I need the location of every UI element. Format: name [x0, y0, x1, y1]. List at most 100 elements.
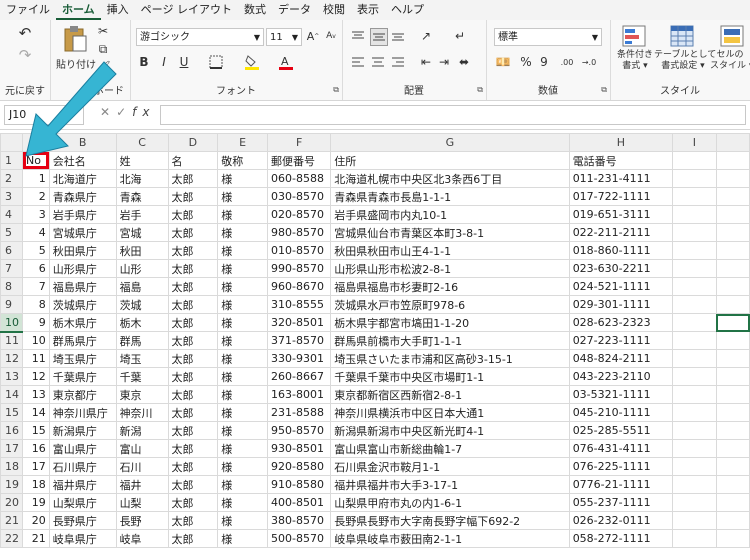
- cell-C18[interactable]: 石川: [115, 457, 169, 476]
- cell-F8[interactable]: 960-8670: [267, 277, 332, 296]
- cell-H15[interactable]: 045-210-1111: [568, 403, 674, 422]
- cell-D20[interactable]: 太郎: [167, 493, 219, 512]
- cell-G6[interactable]: 秋田県秋田市山王4-1-1: [330, 241, 570, 260]
- row-header[interactable]: 20: [0, 493, 23, 512]
- cell-A9[interactable]: 8: [22, 295, 50, 314]
- cell-E20[interactable]: 様: [217, 493, 269, 512]
- cell-D17[interactable]: 太郎: [167, 439, 219, 458]
- paste-label[interactable]: 貼り付け: [56, 56, 96, 71]
- cell-A21[interactable]: 20: [22, 511, 50, 530]
- cell-C10[interactable]: 栃木: [115, 313, 169, 332]
- cell-D13[interactable]: 太郎: [167, 367, 219, 386]
- cell-I1[interactable]: [672, 151, 717, 170]
- cell-A14[interactable]: 13: [22, 385, 50, 404]
- cell-F4[interactable]: 020-8570: [267, 205, 332, 224]
- cell-H3[interactable]: 017-722-1111: [568, 187, 674, 206]
- increase-font-icon[interactable]: A ^: [306, 28, 320, 44]
- cell-H16[interactable]: 025-285-5511: [568, 421, 674, 440]
- cell-J18[interactable]: [715, 457, 750, 476]
- cell-E18[interactable]: 様: [217, 457, 269, 476]
- cell-C13[interactable]: 千葉: [115, 367, 169, 386]
- cell-D11[interactable]: 太郎: [167, 331, 219, 350]
- cell-G22[interactable]: 岐阜県岐阜市薮田南2-1-1: [330, 529, 570, 548]
- tab-view[interactable]: 表示: [351, 0, 385, 20]
- undo-icon[interactable]: ↶: [14, 24, 36, 42]
- cell-I13[interactable]: [672, 367, 717, 386]
- cell-C7[interactable]: 山形: [115, 259, 169, 278]
- row-header[interactable]: 17: [0, 439, 23, 458]
- row-header[interactable]: 14: [0, 385, 23, 404]
- cell-J21[interactable]: [715, 511, 750, 530]
- cell-C22[interactable]: 岐阜: [115, 529, 169, 548]
- cell-H2[interactable]: 011-231-4111: [568, 169, 674, 188]
- cell-J5[interactable]: [715, 223, 750, 242]
- cell-F16[interactable]: 950-8570: [267, 421, 332, 440]
- cell-E17[interactable]: 様: [217, 439, 269, 458]
- border-icon[interactable]: [206, 54, 226, 70]
- cell-C1[interactable]: 姓: [115, 151, 169, 170]
- cell-D3[interactable]: 太郎: [167, 187, 219, 206]
- cell-E12[interactable]: 様: [217, 349, 269, 368]
- cell-F7[interactable]: 990-8570: [267, 259, 332, 278]
- column-header-C[interactable]: C: [115, 133, 169, 152]
- cell-A18[interactable]: 17: [22, 457, 50, 476]
- cell-B11[interactable]: 群馬県庁: [48, 331, 117, 350]
- cell-G13[interactable]: 千葉県千葉市中央区市場町1-1: [330, 367, 570, 386]
- cell-I11[interactable]: [672, 331, 717, 350]
- cell-H22[interactable]: 058-272-1111: [568, 529, 674, 548]
- cell-H19[interactable]: 0776-21-1111: [568, 475, 674, 494]
- copy-icon[interactable]: ⧉: [96, 42, 110, 56]
- cell-I17[interactable]: [672, 439, 717, 458]
- row-header[interactable]: 8: [0, 277, 23, 296]
- cell-F22[interactable]: 500-8570: [267, 529, 332, 548]
- cell-I18[interactable]: [672, 457, 717, 476]
- cell-B18[interactable]: 石川県庁: [48, 457, 117, 476]
- cell-B12[interactable]: 埼玉県庁: [48, 349, 117, 368]
- cell-G1[interactable]: 住所: [330, 151, 570, 170]
- format-as-table-icon[interactable]: [668, 24, 696, 48]
- cell-D15[interactable]: 太郎: [167, 403, 219, 422]
- cell-F17[interactable]: 930-8501: [267, 439, 332, 458]
- decrease-font-icon[interactable]: Av: [324, 28, 338, 44]
- cell-I19[interactable]: [672, 475, 717, 494]
- cell-E3[interactable]: 様: [217, 187, 269, 206]
- cell-D19[interactable]: 太郎: [167, 475, 219, 494]
- redo-icon[interactable]: ↷: [14, 46, 36, 64]
- cell-C5[interactable]: 宮城: [115, 223, 169, 242]
- cell-E15[interactable]: 様: [217, 403, 269, 422]
- cell-F11[interactable]: 371-8570: [267, 331, 332, 350]
- cell-A10[interactable]: 9: [22, 313, 50, 332]
- cell-D21[interactable]: 太郎: [167, 511, 219, 530]
- orientation-icon[interactable]: ↗: [418, 28, 434, 44]
- cell-F10[interactable]: 320-8501: [267, 313, 332, 332]
- cell-G21[interactable]: 長野県長野市大字南長野字幅下692-2: [330, 511, 570, 530]
- align-left-icon[interactable]: [350, 54, 366, 70]
- cell-F12[interactable]: 330-9301: [267, 349, 332, 368]
- cell-B8[interactable]: 福島県庁: [48, 277, 117, 296]
- cell-I4[interactable]: [672, 205, 717, 224]
- cell-I6[interactable]: [672, 241, 717, 260]
- cell-D14[interactable]: 太郎: [167, 385, 219, 404]
- cell-B22[interactable]: 岐阜県庁: [48, 529, 117, 548]
- cell-C8[interactable]: 福島: [115, 277, 169, 296]
- row-header[interactable]: 19: [0, 475, 23, 494]
- cell-F15[interactable]: 231-8588: [267, 403, 332, 422]
- cut-icon[interactable]: ✂: [96, 24, 110, 38]
- cell-D7[interactable]: 太郎: [167, 259, 219, 278]
- cell-J7[interactable]: [715, 259, 750, 278]
- cell-E9[interactable]: 様: [217, 295, 269, 314]
- cell-J3[interactable]: [715, 187, 750, 206]
- column-header-A[interactable]: A: [22, 133, 50, 152]
- cell-G9[interactable]: 茨城県水戸市笠原町978-6: [330, 295, 570, 314]
- cell-I9[interactable]: [672, 295, 717, 314]
- cell-D8[interactable]: 太郎: [167, 277, 219, 296]
- cell-E2[interactable]: 様: [217, 169, 269, 188]
- tab-insert[interactable]: 挿入: [101, 0, 135, 20]
- row-header[interactable]: 11: [0, 331, 23, 350]
- row-header[interactable]: 9: [0, 295, 23, 314]
- cell-E14[interactable]: 様: [217, 385, 269, 404]
- cell-E6[interactable]: 様: [217, 241, 269, 260]
- column-header-H[interactable]: H: [568, 133, 674, 152]
- row-header[interactable]: 5: [0, 223, 23, 242]
- cell-G11[interactable]: 群馬県前橋市大手町1-1-1: [330, 331, 570, 350]
